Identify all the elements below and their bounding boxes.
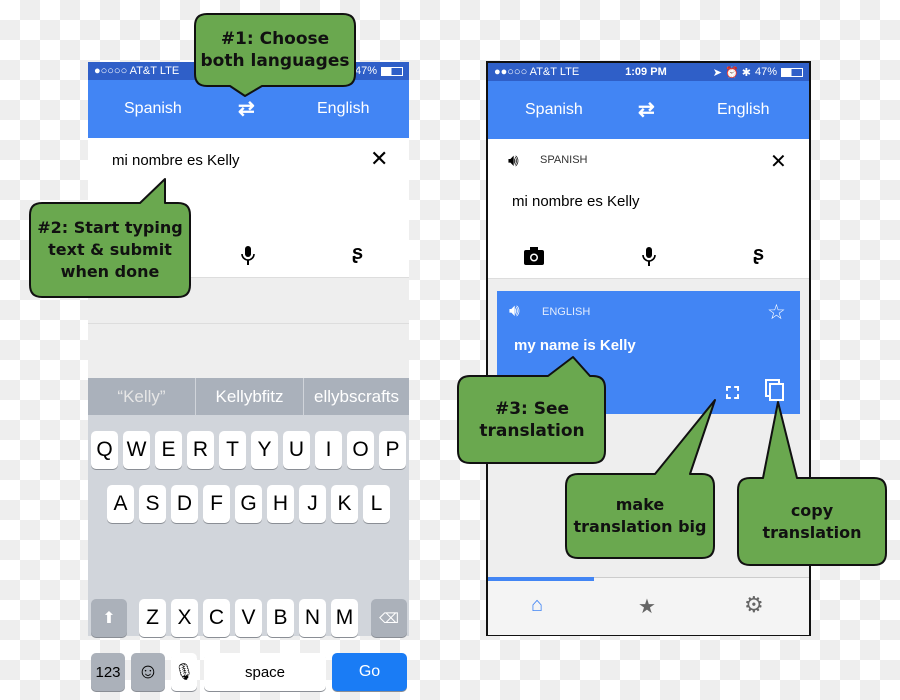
callout-start-typing: #2: Start typing text & submit when done — [37, 218, 183, 281]
callout-layer — [29, 13, 887, 566]
callout-copy: copy translation — [762, 501, 862, 542]
callout-see-translation: #3: See translation — [479, 399, 585, 441]
callout-choose-languages: #1: Choose both languages — [200, 29, 350, 71]
callout-make-big: make translation big — [573, 495, 707, 536]
